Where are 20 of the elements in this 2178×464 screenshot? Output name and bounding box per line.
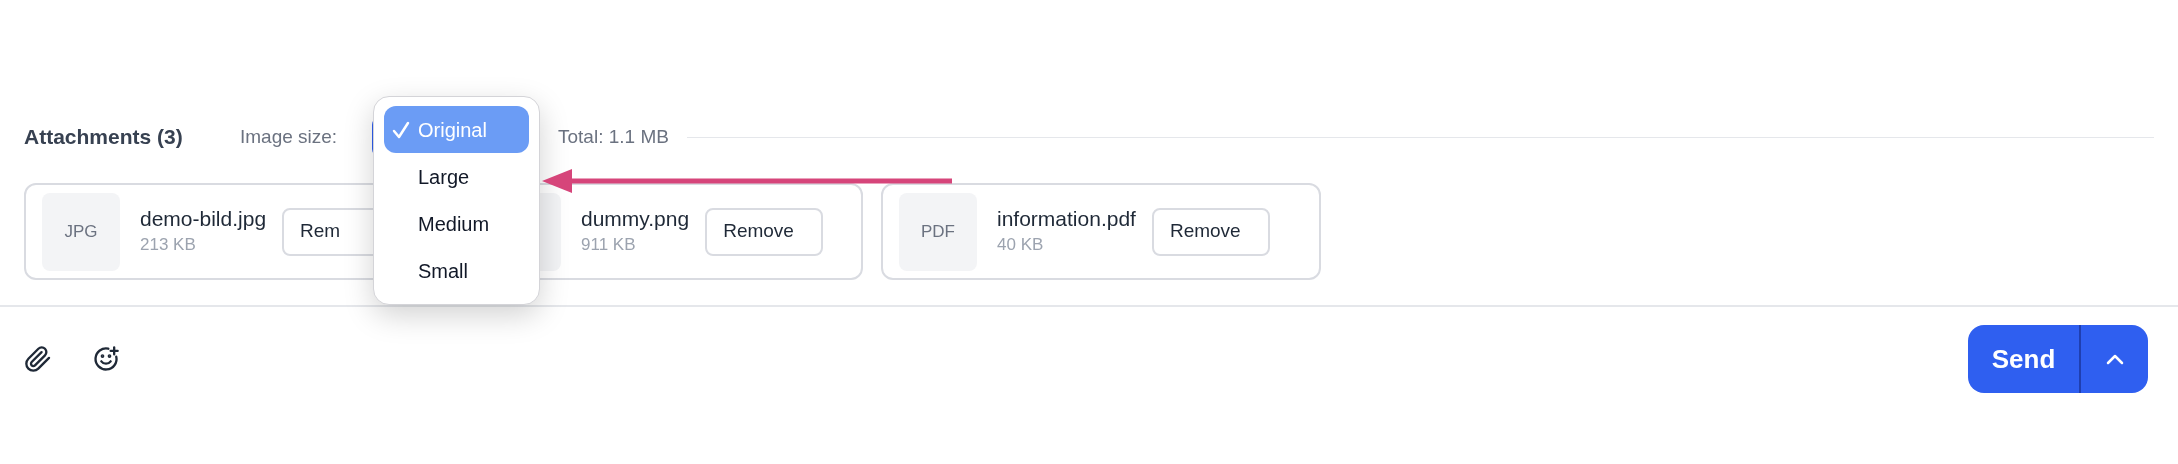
file-size: 40 KB [997,233,1045,256]
image-size-label: Image size: [240,124,339,149]
file-size: 911 KB [581,233,637,256]
file-name: dummy.png [581,205,690,232]
remove-button[interactable]: Remove [1151,207,1270,256]
send-button[interactable]: Send [1968,325,2081,393]
file-type: PDF [921,220,955,243]
attachments-title: Attachments (3) [24,124,184,151]
send-options-button[interactable] [2081,325,2148,393]
file-name: demo-bild.jpg [140,205,267,232]
emoji-add-icon[interactable] [92,345,120,373]
checkmark-icon [392,120,410,139]
file-size: 213 KB [140,233,197,256]
menu-option[interactable]: Large [384,153,529,201]
file-type: JPG [64,220,98,243]
remove-button[interactable]: Remove [705,207,824,256]
total-size: Total: 1.1 MB [558,124,669,149]
chevron-up-icon [2105,353,2124,365]
paperclip-icon[interactable] [24,345,52,373]
file-name: information.pdf [997,205,1136,232]
